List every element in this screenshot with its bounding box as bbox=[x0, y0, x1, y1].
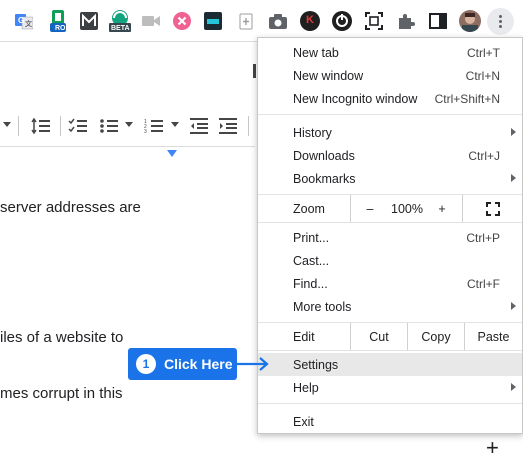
menu-item-bookmarks[interactable]: Bookmarks bbox=[258, 167, 522, 190]
zoom-in-button[interactable]: + bbox=[425, 195, 459, 222]
zoom-level: 100% bbox=[391, 201, 423, 216]
menu-item-more-tools[interactable]: More tools bbox=[258, 295, 522, 318]
extension-toolbar: G文 RO BETA K bbox=[0, 0, 523, 42]
chevron-right-icon bbox=[511, 302, 516, 310]
screenshot-icon[interactable] bbox=[364, 11, 384, 31]
zoom-out-button[interactable]: – bbox=[351, 195, 389, 222]
chrome-main-menu: New tab Ctrl+T New window Ctrl+N New Inc… bbox=[257, 37, 523, 434]
sidepanel-icon[interactable] bbox=[428, 11, 448, 31]
menu-separator bbox=[258, 403, 522, 404]
edit-row: Edit Cut Copy Paste bbox=[258, 323, 522, 350]
camera-icon[interactable] bbox=[268, 11, 288, 31]
svg-text:G: G bbox=[18, 16, 24, 25]
click-here-callout: 1 Click Here bbox=[128, 348, 237, 380]
decrease-indent-icon[interactable] bbox=[188, 116, 210, 136]
edit-label: Edit bbox=[293, 329, 315, 344]
chevron-right-icon bbox=[511, 128, 516, 136]
callout-text: Click Here bbox=[164, 356, 233, 372]
copy-button[interactable]: Copy bbox=[408, 323, 464, 350]
menu-item-downloads[interactable]: Downloads Ctrl+J bbox=[258, 144, 522, 167]
menu-item-new-incognito-window[interactable]: New Incognito window Ctrl+Shift+N bbox=[258, 87, 522, 110]
avatar[interactable] bbox=[459, 10, 481, 32]
fullscreen-icon bbox=[485, 201, 500, 216]
ruler bbox=[0, 146, 255, 147]
menu-item-help[interactable]: Help bbox=[258, 376, 522, 399]
chevron-down-icon[interactable] bbox=[125, 122, 133, 127]
cut-button[interactable]: Cut bbox=[351, 323, 407, 350]
menu-item-history[interactable]: History bbox=[258, 121, 522, 144]
menu-item-new-window[interactable]: New window Ctrl+N bbox=[258, 64, 522, 87]
add-button[interactable]: + bbox=[486, 435, 499, 461]
arrow-right-icon bbox=[237, 357, 269, 371]
toolbar-divider bbox=[60, 116, 61, 136]
chevron-down-icon[interactable] bbox=[171, 122, 179, 127]
toolbar-divider bbox=[18, 116, 19, 136]
menu-item-new-tab[interactable]: New tab Ctrl+T bbox=[258, 41, 522, 64]
document-text-line: mes corrupt in this bbox=[0, 385, 123, 402]
menu-item-exit[interactable]: Exit bbox=[258, 410, 522, 433]
puzzle-icon[interactable] bbox=[396, 11, 416, 31]
sheets-extension-icon[interactable] bbox=[203, 11, 223, 31]
paste-button[interactable]: Paste bbox=[465, 323, 522, 350]
chrome-menu-button[interactable] bbox=[487, 8, 514, 35]
menu-separator bbox=[258, 350, 522, 351]
menu-separator bbox=[258, 114, 522, 115]
menu-separator bbox=[258, 222, 522, 223]
x-extension-icon[interactable] bbox=[172, 11, 192, 31]
m-extension-icon[interactable] bbox=[79, 11, 99, 31]
zoom-row: Zoom – 100% + bbox=[258, 195, 522, 222]
ro-extension-icon[interactable]: RO bbox=[48, 10, 68, 32]
svg-text:3: 3 bbox=[144, 129, 147, 134]
fullscreen-button[interactable] bbox=[463, 195, 522, 222]
translate-icon[interactable]: G文 bbox=[14, 11, 34, 31]
zoom-label: Zoom bbox=[293, 201, 325, 216]
line-spacing-icon[interactable] bbox=[30, 116, 52, 136]
step-number-badge: 1 bbox=[136, 354, 156, 374]
k-extension-icon[interactable]: K bbox=[300, 11, 320, 31]
menu-item-cast[interactable]: Cast... bbox=[258, 249, 522, 272]
chevron-right-icon bbox=[511, 174, 516, 182]
checklist-icon[interactable] bbox=[67, 116, 89, 136]
video-camera-icon[interactable] bbox=[141, 11, 161, 31]
svg-text:文: 文 bbox=[25, 19, 33, 28]
ro-badge: RO bbox=[55, 25, 66, 32]
menu-item-settings[interactable]: Settings bbox=[258, 353, 522, 376]
k-badge: K bbox=[306, 14, 314, 26]
increase-indent-icon[interactable] bbox=[217, 116, 239, 136]
beta-extension-icon[interactable]: BETA bbox=[108, 10, 132, 32]
menu-item-find[interactable]: Find... Ctrl+F bbox=[258, 272, 522, 295]
document-text-line: iles of a website to bbox=[0, 329, 124, 346]
chevron-right-icon bbox=[511, 383, 516, 391]
ruler-indent-marker[interactable] bbox=[167, 150, 177, 157]
numbered-list-icon[interactable]: 123 bbox=[143, 116, 165, 136]
menu-item-print[interactable]: Print... Ctrl+P bbox=[258, 226, 522, 249]
circle-extension-icon[interactable] bbox=[332, 11, 352, 31]
clipboard-icon[interactable] bbox=[236, 11, 256, 31]
bulleted-list-icon[interactable] bbox=[98, 116, 120, 136]
docs-formatting-toolbar: 123 bbox=[0, 110, 255, 142]
document-text-line: server addresses are bbox=[0, 199, 141, 216]
toolbar-divider bbox=[248, 116, 249, 136]
chevron-down-icon[interactable] bbox=[3, 122, 11, 127]
beta-badge: BETA bbox=[111, 25, 130, 32]
text-cursor bbox=[253, 64, 256, 78]
